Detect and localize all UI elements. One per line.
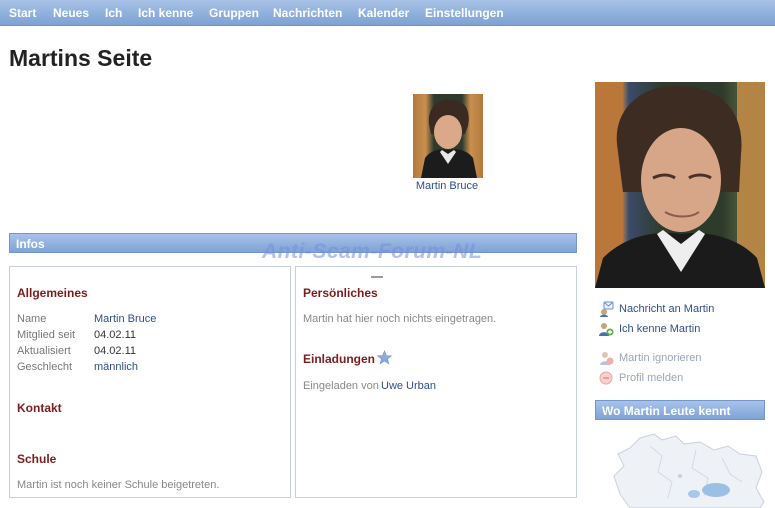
nav-gruppen[interactable]: Gruppen: [209, 6, 259, 20]
label-gender: Geschlecht: [17, 361, 73, 373]
map-header-label: Wo Martin Leute kennt: [602, 404, 731, 418]
infos-header-label: Infos: [16, 237, 45, 251]
section-einladungen: Einladungen: [303, 352, 375, 366]
nav-start[interactable]: Start: [9, 6, 36, 20]
panel-divider-mark: [371, 276, 383, 278]
value-gender[interactable]: männlich: [94, 361, 138, 373]
message-icon: [600, 301, 614, 317]
profile-photo: [595, 82, 765, 288]
label-member-since: Mitglied seit: [17, 329, 76, 341]
map-header: Wo Martin Leute kennt: [595, 400, 765, 420]
map-icon[interactable]: [610, 432, 765, 508]
nav-ich-kenne[interactable]: Ich kenne: [138, 6, 193, 20]
value-updated: 04.02.11: [94, 345, 137, 357]
page-title: Martins Seite: [9, 45, 153, 71]
section-allgemeines: Allgemeines: [17, 286, 88, 300]
friend-name-link[interactable]: Martin Bruce: [404, 180, 490, 192]
person-portrait-icon: [595, 82, 765, 288]
ignore-martin-label: Martin ignorieren: [619, 352, 702, 364]
watermark-text: Anti-Scam-Forum-NL: [262, 240, 483, 263]
personal-empty-text: Martin hat hier noch nichts eingetragen.: [303, 313, 497, 325]
nav-einstellungen[interactable]: Einstellungen: [425, 6, 504, 20]
ignore-user-icon: [600, 352, 614, 365]
invited-by-label: Eingeladen von: [303, 380, 379, 392]
top-navigation: Start Neues Ich Ich kenne Gruppen Nachri…: [0, 0, 775, 26]
section-persoenliches: Persönliches: [303, 286, 378, 300]
person-portrait-icon: [421, 99, 477, 178]
message-martin-action[interactable]: Nachricht an Martin: [598, 301, 714, 317]
report-icon: [599, 371, 613, 385]
value-name[interactable]: Martin Bruce: [94, 313, 156, 325]
add-contact-icon: [599, 323, 614, 336]
label-updated: Aktualisiert: [17, 345, 71, 357]
nav-kalender[interactable]: Kalender: [358, 6, 409, 20]
know-martin-action[interactable]: Ich kenne Martin: [598, 321, 700, 337]
nav-neues[interactable]: Neues: [53, 6, 89, 20]
label-name: Name: [17, 313, 47, 325]
star-icon: [377, 350, 392, 365]
inviter-link[interactable]: Uwe Urban: [381, 380, 436, 392]
know-martin-label: Ich kenne Martin: [619, 323, 701, 335]
friend-photo[interactable]: [413, 94, 483, 178]
section-kontakt: Kontakt: [17, 401, 62, 415]
ignore-martin-action[interactable]: Martin ignorieren: [598, 350, 702, 366]
section-schule: Schule: [17, 452, 57, 466]
report-profile-label: Profil melden: [619, 372, 684, 384]
value-member-since: 04.02.11: [94, 329, 137, 341]
school-empty-text: Martin ist noch keiner Schule beigetrete…: [17, 479, 220, 491]
nav-nachrichten[interactable]: Nachrichten: [273, 6, 342, 20]
nav-ich[interactable]: Ich: [105, 6, 122, 20]
report-profile-action[interactable]: Profil melden: [598, 370, 683, 386]
message-martin-label: Nachricht an Martin: [619, 303, 715, 315]
